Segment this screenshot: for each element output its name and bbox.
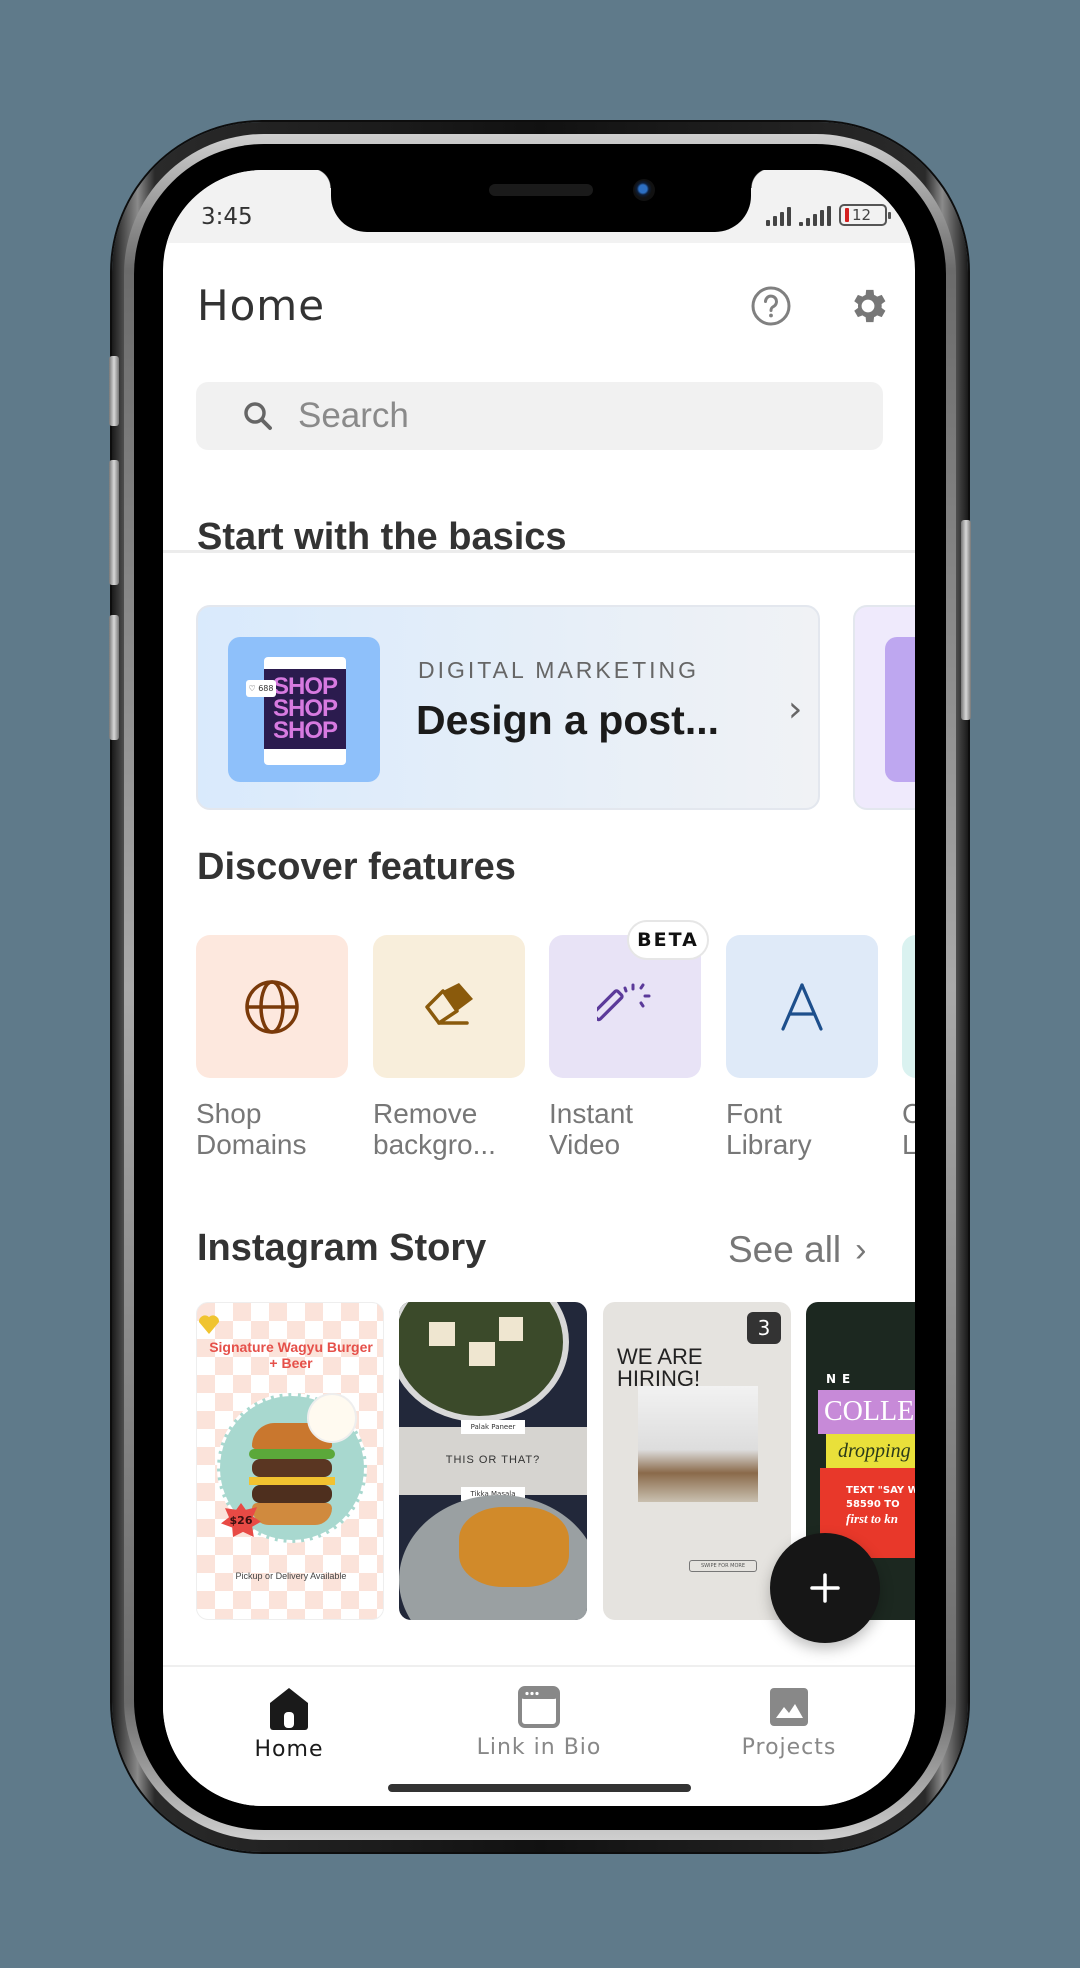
card-kicker: DIGITAL MARKETING xyxy=(418,657,700,683)
magic-wand-icon xyxy=(597,983,651,1021)
feature-label: Instant Video xyxy=(549,1098,634,1160)
status-icons: 12 xyxy=(766,204,891,226)
burger-lettuce xyxy=(249,1449,335,1459)
paneer-cube xyxy=(429,1322,455,1346)
feature-tile-shop-domains[interactable] xyxy=(196,935,348,1078)
story-template-hiring[interactable]: 3 WE ARE HIRING! SWIPE FOR MORE xyxy=(603,1302,791,1620)
post-artwork: SHOP SHOP SHOP xyxy=(264,669,346,749)
search-icon xyxy=(244,402,272,430)
status-time: 3:45 xyxy=(201,204,253,230)
top-label: Palak Paneer xyxy=(461,1420,525,1434)
feature-label: C L xyxy=(902,1098,915,1160)
feature-label: Remove backgro... xyxy=(373,1098,496,1160)
font-letter-icon xyxy=(781,982,823,1031)
search-input[interactable]: Search xyxy=(196,382,883,450)
tikka-masala xyxy=(459,1507,569,1587)
power-button xyxy=(961,520,971,720)
story-template-this-or-that[interactable]: Palak Paneer THIS OR THAT? Tikka Masala xyxy=(399,1302,587,1620)
story-subtitle: dropping xyxy=(826,1434,915,1468)
home-indicator[interactable] xyxy=(388,1784,691,1792)
chevron-right-icon: › xyxy=(788,689,803,730)
notch xyxy=(311,170,771,232)
burger-patty-2 xyxy=(252,1485,332,1503)
nav-label: Projects xyxy=(741,1735,837,1760)
chef-photo xyxy=(638,1386,758,1502)
help-circle-icon xyxy=(751,286,791,326)
signal-icon-2 xyxy=(799,206,831,226)
basics-section-title: Start with the basics xyxy=(197,516,567,558)
see-all-label: See all xyxy=(728,1229,842,1270)
nav-item-link-in-bio[interactable]: Link in Bio xyxy=(439,1685,639,1760)
browser-window-icon xyxy=(518,1686,560,1728)
feature-tile-font-library[interactable] xyxy=(726,935,878,1078)
heart-icon xyxy=(198,1315,220,1334)
plus-icon xyxy=(810,1573,840,1603)
basics-card-next[interactable] xyxy=(853,605,915,810)
burger-cheese xyxy=(249,1477,335,1485)
app-screen: 3:45 12 Home Search Start with the basic… xyxy=(163,170,915,1806)
help-button[interactable] xyxy=(748,283,794,329)
story-template-burger[interactable]: Signature Wagyu Burger + Beer $26 Pickup… xyxy=(196,1302,384,1620)
nav-label: Home xyxy=(254,1737,324,1762)
nav-item-home[interactable]: Home xyxy=(189,1685,389,1762)
story-kicker: NE xyxy=(826,1372,857,1386)
story-title: Signature Wagyu Burger + Beer xyxy=(209,1339,373,1371)
story-script-text: first to kn xyxy=(846,1511,899,1526)
nav-label: Link in Bio xyxy=(476,1735,602,1760)
globe-icon xyxy=(245,979,299,1034)
create-fab-button[interactable] xyxy=(770,1533,880,1643)
thumb-word: SHOP xyxy=(272,717,338,744)
basics-card-design-post[interactable]: SHOP SHOP SHOP ♡ 688 DIGITAL MARKETING D… xyxy=(196,605,820,810)
battery-icon: 12 xyxy=(839,204,891,226)
front-camera xyxy=(633,179,655,201)
story-title: THIS OR THAT? xyxy=(445,1454,541,1466)
chevron-right-icon: › xyxy=(855,1230,867,1269)
story-footer: Pickup or Delivery Available xyxy=(235,1571,347,1581)
card-title: Design a post... xyxy=(416,697,719,743)
paneer-cube xyxy=(469,1342,495,1366)
burger-bottom-bun xyxy=(252,1503,332,1525)
eraser-icon xyxy=(425,982,473,1025)
story-title: COLLEC xyxy=(818,1390,915,1434)
image-icon xyxy=(770,1688,808,1726)
paneer-cube xyxy=(499,1317,523,1341)
home-icon xyxy=(270,1688,308,1730)
next-card-thumbnail xyxy=(885,637,915,782)
search-placeholder: Search xyxy=(298,396,409,435)
slides-count-badge: 3 xyxy=(747,1312,781,1344)
story-title: WE ARE HIRING! xyxy=(617,1344,703,1391)
settings-button[interactable] xyxy=(845,283,891,329)
beer-circle xyxy=(307,1393,357,1443)
feature-tile-partial[interactable] xyxy=(902,935,915,1078)
burger-patty xyxy=(252,1459,332,1477)
post-thumbnail: SHOP SHOP SHOP ♡ 688 xyxy=(228,637,380,782)
header: Home Search xyxy=(163,243,915,651)
mute-switch xyxy=(109,356,119,426)
volume-up-button xyxy=(109,460,119,585)
battery-level: 12 xyxy=(852,206,872,224)
feature-label: Font Library xyxy=(726,1098,812,1160)
nav-item-projects[interactable]: Projects xyxy=(689,1685,889,1760)
page-title: Home xyxy=(197,281,326,330)
speaker xyxy=(489,184,593,196)
like-count: 688 xyxy=(258,684,274,693)
gear-icon xyxy=(854,289,886,323)
swipe-button: SWIPE FOR MORE xyxy=(689,1560,757,1572)
beta-badge: BETA xyxy=(627,920,709,960)
feature-label: Shop Domains xyxy=(196,1098,307,1160)
volume-down-button xyxy=(109,615,119,740)
like-bubble: ♡ 688 xyxy=(246,680,276,697)
signal-icon xyxy=(766,206,791,226)
features-section-title: Discover features xyxy=(197,846,516,888)
instagram-story-title: Instagram Story xyxy=(197,1227,487,1269)
story-body-text: TEXT "SAY W TO 58590 TO xyxy=(846,1485,915,1510)
see-all-link[interactable]: See all › xyxy=(728,1229,866,1271)
feature-tile-remove-background[interactable] xyxy=(373,935,525,1078)
